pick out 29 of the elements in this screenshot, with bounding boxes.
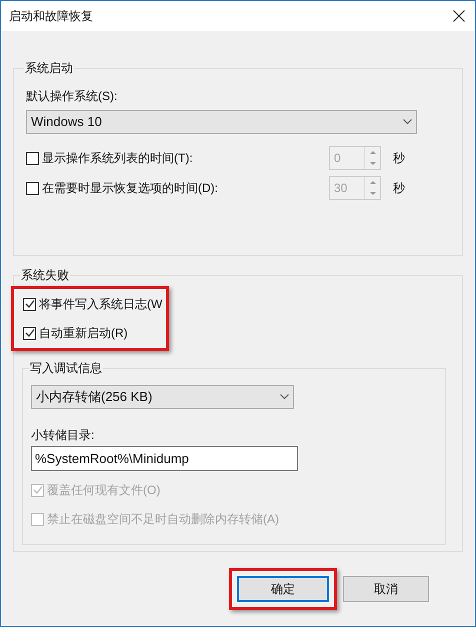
checkbox-label: 覆盖任何现有文件(O) [47,482,160,499]
checkbox[interactable] [23,326,36,340]
group-title: 写入调试信息 [30,361,102,375]
window-title: 启动和故障恢复 [9,8,93,25]
unit-label: 秒 [393,180,405,197]
checkbox-label: 显示操作系统列表的时间(T): [42,150,194,167]
checkbox-label: 在需要时显示恢复选项的时间(D): [42,180,219,197]
field-label: 小转储目录: [31,427,96,444]
dump-type-dropdown[interactable]: 小内存转储(256 KB) [31,385,294,409]
unit-label: 秒 [393,150,405,167]
group-title: 系统失败 [21,268,69,282]
chevron-down-icon [280,394,289,400]
checkbox[interactable] [23,298,36,310]
checkbox[interactable] [26,182,39,194]
close-icon[interactable] [453,10,465,22]
checkmark-icon [32,485,42,495]
os-dropdown[interactable]: Windows 10 [26,110,417,134]
group-title: 系统启动 [25,61,73,75]
checkmark-icon [24,299,34,309]
checkbox-label: 将事件写入系统日志(W [39,296,162,313]
field-label: 默认操作系统(S): [26,88,118,105]
checkbox-label: 禁止在磁盘空间不足时自动删除内存转储(A) [47,511,279,528]
checkbox-label: 自动重新启动(R) [39,325,128,342]
checkmark-icon [24,328,34,338]
chevron-down-icon [403,119,412,125]
dialog-button[interactable]: 取消 [343,576,429,602]
dialog-button[interactable]: 确定 [237,576,329,602]
directory-field[interactable]: %SystemRoot%\Minidump [31,446,298,471]
checkbox[interactable] [26,152,39,164]
